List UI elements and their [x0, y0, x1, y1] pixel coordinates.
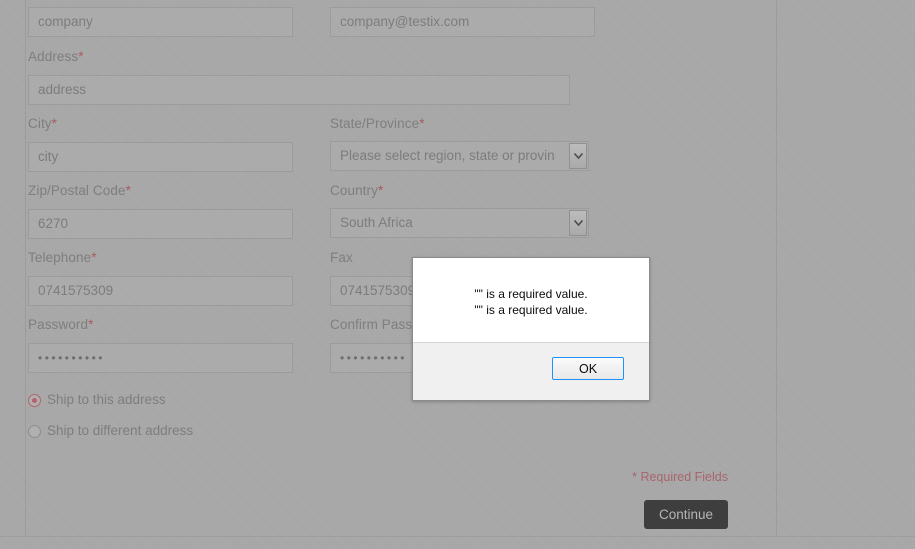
- alert-footer: OK: [413, 343, 649, 400]
- city-label: City*: [28, 116, 57, 137]
- alert-message-line-1: "" is a required value.: [474, 287, 588, 301]
- city-input[interactable]: city: [28, 142, 293, 172]
- zip-required-star: *: [125, 183, 131, 198]
- telephone-label-text: Telephone: [28, 250, 92, 265]
- continue-button[interactable]: Continue: [644, 500, 728, 529]
- alert-message-line-2: "" is a required value.: [474, 302, 588, 317]
- radio-icon-selected[interactable]: [28, 393, 41, 407]
- address-input[interactable]: address: [28, 75, 570, 105]
- ship-to-different-address-label: Ship to different address: [47, 423, 194, 438]
- country-required-star: *: [377, 183, 384, 198]
- password-required-star: *: [88, 317, 94, 332]
- fax-label-text: Fax: [330, 250, 353, 265]
- password-label-text: Password: [28, 317, 89, 332]
- password-input[interactable]: ••••••••••: [28, 343, 293, 373]
- state-required-star: *: [419, 116, 425, 131]
- country-select[interactable]: South Africa: [330, 208, 589, 238]
- ok-button[interactable]: OK: [552, 357, 624, 380]
- country-select-value: South Africa: [340, 215, 413, 230]
- radio-icon-unselected[interactable]: [28, 424, 41, 438]
- address-label: Address*: [28, 49, 84, 70]
- telephone-label: Telephone*: [28, 250, 97, 271]
- zip-input[interactable]: 6270: [28, 209, 293, 239]
- password-label: Password*: [28, 317, 93, 338]
- email-input[interactable]: company@testix.com: [330, 7, 595, 37]
- ship-to-this-address-label: Ship to this address: [47, 392, 166, 407]
- telephone-input[interactable]: 0741575309: [28, 276, 293, 306]
- company-input[interactable]: company: [28, 7, 293, 37]
- validation-alert-dialog: "" is a required value. "" is a required…: [412, 257, 650, 401]
- city-label-text: City: [28, 116, 52, 131]
- country-label: Country*: [330, 183, 383, 204]
- zip-label-text: Zip/Postal Code: [28, 183, 126, 198]
- telephone-required-star: *: [91, 250, 97, 265]
- state-label: State/Province*: [330, 116, 425, 137]
- required-fields-note: * Required Fields: [632, 470, 728, 484]
- ship-to-this-address-option[interactable]: Ship to this address: [28, 392, 166, 408]
- alert-message-area: "" is a required value. "" is a required…: [413, 258, 649, 343]
- address-label-text: Address: [28, 49, 79, 64]
- state-select-value: Please select region, state or provin: [340, 148, 555, 163]
- city-required-star: *: [51, 116, 58, 131]
- zip-label: Zip/Postal Code*: [28, 183, 131, 204]
- chevron-down-icon[interactable]: [569, 143, 587, 169]
- chevron-down-icon[interactable]: [569, 210, 587, 236]
- country-label-text: Country: [330, 183, 378, 198]
- state-select[interactable]: Please select region, state or provin: [330, 141, 589, 171]
- page-bottom-divider: [0, 536, 915, 537]
- state-label-text: State/Province: [330, 116, 420, 131]
- address-required-star: *: [78, 49, 84, 64]
- fax-label: Fax: [330, 250, 353, 271]
- ship-to-different-address-option[interactable]: Ship to different address: [28, 423, 193, 439]
